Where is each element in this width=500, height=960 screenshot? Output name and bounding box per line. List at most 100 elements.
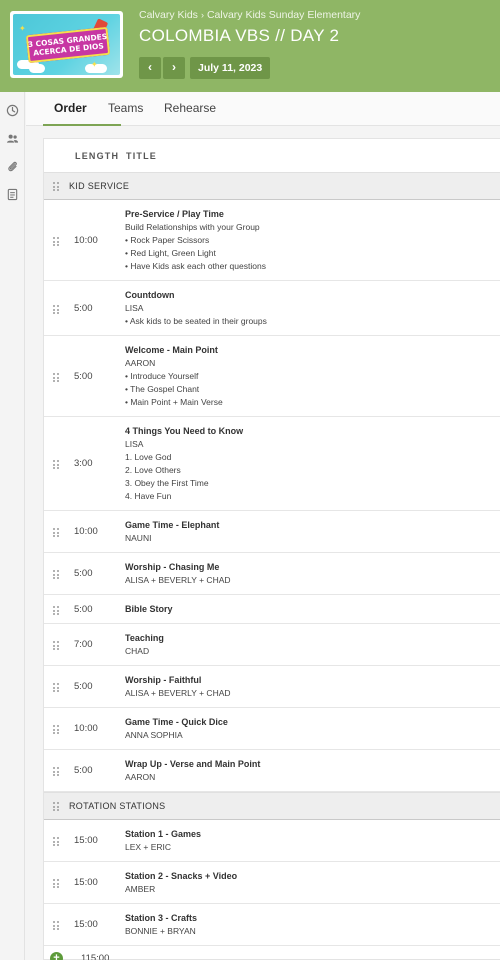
- section-header[interactable]: ROTATION STATIONS: [44, 792, 500, 820]
- drag-handle-icon[interactable]: [53, 237, 59, 246]
- total-length: 115:00: [81, 953, 110, 960]
- item-note-line: BONNIE + BRYAN: [125, 926, 196, 936]
- previous-plan-button[interactable]: ‹: [139, 57, 161, 79]
- chevron-right-icon: ›: [172, 60, 176, 74]
- plus-icon: +: [53, 952, 60, 960]
- item-note-line: NAUNI: [125, 533, 152, 543]
- plan-item-row[interactable]: 5:00 Worship - Chasing Me ALISA + BEVERLY …: [44, 553, 500, 595]
- section-label: KID SERVICE: [69, 181, 130, 191]
- add-item-button[interactable]: +: [50, 952, 63, 960]
- tab-order[interactable]: Order: [54, 101, 87, 115]
- item-title[interactable]: Station 1 - Games: [125, 828, 500, 841]
- cloud-shape: [29, 64, 45, 73]
- item-title[interactable]: Worship - Chasing Me: [125, 561, 500, 574]
- plan-item-row[interactable]: 10:00 Pre-Service / Play Time Build Relati…: [44, 200, 500, 281]
- order-panel: LENGTH TITLE KID SERVICE 10:00 Pre-Service…: [43, 138, 500, 960]
- paperclip-icon[interactable]: [6, 160, 19, 173]
- item-title[interactable]: 4 Things You Need to Know: [125, 425, 500, 438]
- item-length: 5:00: [74, 681, 93, 692]
- plan-tabs: Order Teams Rehearse: [26, 92, 500, 126]
- item-note-line: 1. Love God: [125, 452, 172, 462]
- item-length: 5:00: [74, 604, 93, 615]
- item-length: 15:00: [74, 919, 98, 930]
- plan-date-button[interactable]: July 11, 2023: [190, 57, 271, 79]
- drag-handle-icon[interactable]: [53, 683, 59, 692]
- tab-rehearse[interactable]: Rehearse: [164, 101, 216, 115]
- drag-handle-icon[interactable]: [53, 305, 59, 314]
- item-note-line: LEX + ERIC: [125, 842, 172, 852]
- item-length: 15:00: [74, 835, 98, 846]
- item-title[interactable]: Game Time - Quick Dice: [125, 716, 500, 729]
- item-note-line: ALISA + BEVERLY + CHAD: [125, 575, 231, 585]
- drag-handle-icon[interactable]: [53, 802, 59, 811]
- drag-handle-icon[interactable]: [53, 528, 59, 537]
- item-note-line: ANNA SOPHIA: [125, 730, 183, 740]
- item-title[interactable]: Station 3 - Crafts: [125, 912, 500, 925]
- next-plan-button[interactable]: ›: [163, 57, 185, 79]
- item-note-line: LISA: [125, 439, 144, 449]
- drag-handle-icon[interactable]: [53, 837, 59, 846]
- active-tab-indicator: [43, 124, 121, 126]
- item-title[interactable]: Worship - Faithful: [125, 674, 500, 687]
- plan-item-row[interactable]: 10:00 Game Time - Elephant NAUNI: [44, 511, 500, 553]
- people-icon[interactable]: [6, 132, 19, 145]
- item-title[interactable]: Game Time - Elephant: [125, 519, 500, 532]
- drag-handle-icon[interactable]: [53, 921, 59, 930]
- drag-handle-icon[interactable]: [53, 606, 59, 615]
- item-length: 10:00: [74, 526, 98, 537]
- item-title[interactable]: Countdown: [125, 289, 500, 302]
- plan-item-row[interactable]: 7:00 Teaching CHAD: [44, 624, 500, 666]
- item-title[interactable]: Teaching: [125, 632, 500, 645]
- breadcrumb-item[interactable]: Calvary Kids: [139, 9, 198, 21]
- item-length: 5:00: [74, 371, 93, 382]
- item-length: 15:00: [74, 877, 98, 888]
- plan-item-row[interactable]: 5:00 Bible Story: [44, 595, 500, 624]
- notes-icon[interactable]: [6, 188, 19, 201]
- sparkle-icon: ✦: [91, 60, 98, 69]
- item-note-line: CHAD: [125, 646, 150, 656]
- drag-handle-icon[interactable]: [53, 460, 59, 469]
- item-note-line: AARON: [125, 772, 156, 782]
- plan-item-row[interactable]: 15:00 Station 1 - Games LEX + ERIC: [44, 820, 500, 862]
- page-title: COLOMBIA VBS // DAY 2: [139, 26, 340, 45]
- breadcrumb-item[interactable]: Calvary Kids Sunday Elementary: [207, 9, 361, 21]
- artwork-image: ✦ ✦ 3 COSAS GRANDES ACERCA DE DIOS: [13, 14, 120, 75]
- plan-item-row[interactable]: 5:00 Welcome - Main Point AARON • Introduce…: [44, 336, 500, 417]
- item-title[interactable]: Wrap Up - Verse and Main Point: [125, 758, 500, 771]
- plan-item-row[interactable]: 5:00 Worship - Faithful ALISA + BEVERLY + …: [44, 666, 500, 708]
- drag-handle-icon[interactable]: [53, 879, 59, 888]
- breadcrumb-separator: ›: [200, 10, 204, 20]
- drag-handle-icon[interactable]: [53, 767, 59, 776]
- drag-handle-icon[interactable]: [53, 373, 59, 382]
- drag-handle-icon[interactable]: [53, 641, 59, 650]
- item-title[interactable]: Station 2 - Snacks + Video: [125, 870, 500, 883]
- item-title[interactable]: Pre-Service / Play Time: [125, 208, 500, 221]
- series-artwork[interactable]: ✦ ✦ 3 COSAS GRANDES ACERCA DE DIOS: [10, 11, 123, 78]
- length-column-header: LENGTH: [75, 151, 120, 161]
- item-length: 5:00: [74, 303, 93, 314]
- item-note-line: • The Gospel Chant: [125, 384, 200, 394]
- item-title[interactable]: Welcome - Main Point: [125, 344, 500, 357]
- item-note-line: 4. Have Fun: [125, 491, 172, 501]
- tab-teams[interactable]: Teams: [108, 101, 143, 115]
- item-title[interactable]: Bible Story: [125, 603, 500, 616]
- drag-handle-icon[interactable]: [53, 182, 59, 191]
- section-header[interactable]: KID SERVICE: [44, 172, 500, 200]
- item-length: 10:00: [74, 723, 98, 734]
- plan-item-row[interactable]: 10:00 Game Time - Quick Dice ANNA SOPHIA: [44, 708, 500, 750]
- plan-item-row[interactable]: 15:00 Station 3 - Crafts BONNIE + BRYAN: [44, 904, 500, 946]
- item-length: 10:00: [74, 235, 98, 246]
- clock-icon[interactable]: [6, 104, 19, 117]
- item-note-line: • Rock Paper Scissors: [125, 235, 210, 245]
- drag-handle-icon[interactable]: [53, 725, 59, 734]
- plan-item-row[interactable]: 3:00 4 Things You Need to Know LISA 1. Love…: [44, 417, 500, 511]
- plan-item-row[interactable]: 15:00 Station 2 - Snacks + Video AMBER: [44, 862, 500, 904]
- item-length: 5:00: [74, 568, 93, 579]
- item-note-line: Build Relationships with your Group: [125, 222, 260, 232]
- breadcrumb: Calvary Kids › Calvary Kids Sunday Element…: [139, 9, 360, 21]
- drag-handle-icon[interactable]: [53, 570, 59, 579]
- plan-item-row[interactable]: 5:00 Wrap Up - Verse and Main Point AARON: [44, 750, 500, 792]
- sparkle-icon: ✦: [19, 24, 26, 33]
- plan-item-row[interactable]: 5:00 Countdown LISA • Ask kids to be seated…: [44, 281, 500, 336]
- item-length: 7:00: [74, 639, 93, 650]
